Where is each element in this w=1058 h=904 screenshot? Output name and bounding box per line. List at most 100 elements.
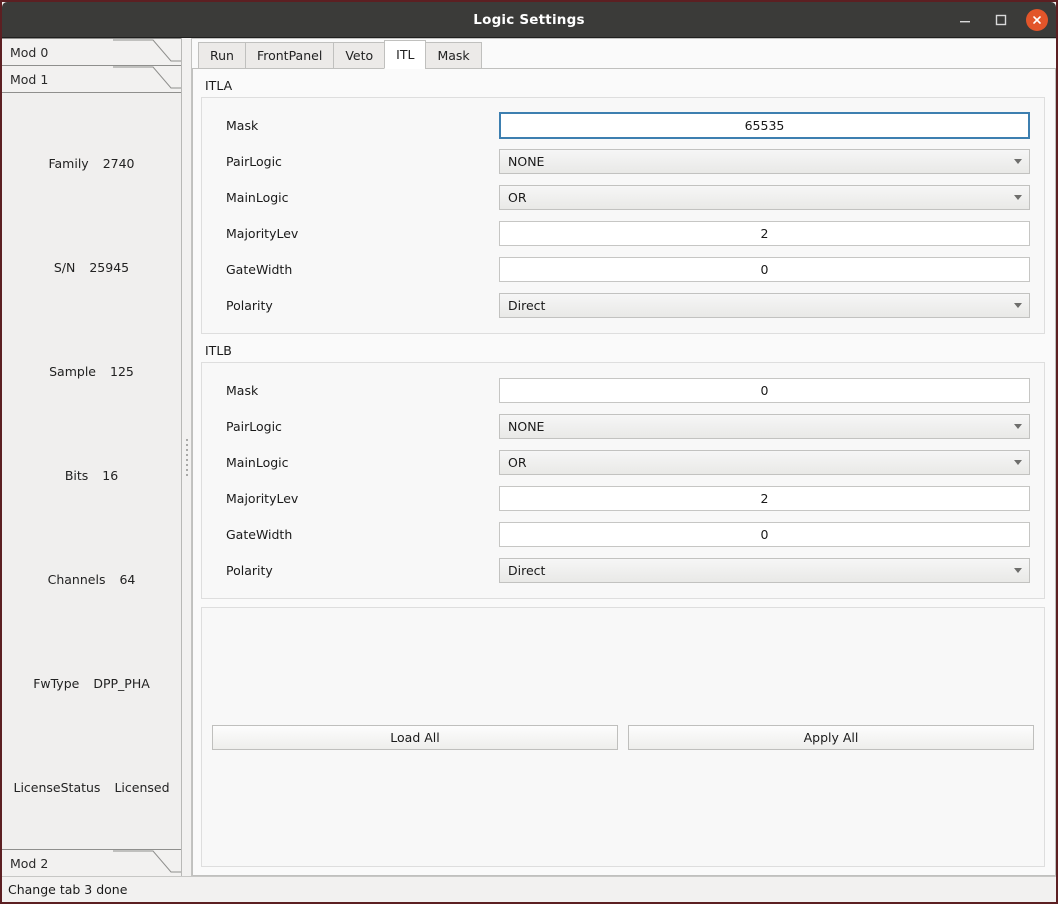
actions-button-row: Load All Apply All: [212, 724, 1034, 750]
module-property-row: Sample 125: [8, 364, 175, 379]
sidebar-tab-mod-1[interactable]: Mod 1: [2, 65, 181, 92]
property-key: S/N: [53, 259, 76, 275]
property-key: Bits: [64, 467, 89, 483]
itlb-mask-label: Mask: [226, 382, 259, 398]
sidebar-tab-label: Mod 0: [10, 44, 49, 60]
itl-tab-page: ITLA Mask PairLogic NON: [192, 69, 1056, 876]
module-property-row: S/N 25945: [8, 260, 175, 275]
tab-frontpanel[interactable]: FrontPanel: [244, 42, 335, 69]
itlb-mask-control: [499, 377, 1030, 403]
itla-majoritylev-label: MajorityLev: [226, 225, 299, 241]
itla-majoritylev-control: [499, 220, 1030, 246]
itla-mainlogic-row: MainLogic OR: [216, 179, 1030, 215]
itlb-mask-input[interactable]: [499, 377, 1030, 403]
window-title: Logic Settings: [473, 11, 585, 28]
itla-polarity-row: Polarity Direct: [216, 287, 1030, 323]
itlb-gatewidth-input[interactable]: [499, 521, 1030, 547]
tab-veto[interactable]: Veto: [333, 42, 386, 69]
sidebar-tab-mod-0[interactable]: Mod 0: [2, 38, 181, 65]
itla-polarity-label: Polarity: [226, 297, 273, 313]
itla-pairlogic-combobox[interactable]: NONE: [499, 148, 1030, 174]
module-sidebar: Mod 0 Mod 1 Family 2740 S/N 25945 Sample…: [2, 38, 182, 876]
chevron-down-icon[interactable]: [1008, 152, 1027, 171]
minimize-icon[interactable]: [954, 9, 976, 31]
main-panel: Run FrontPanel Veto ITL Mask ITLA Mask 6…: [191, 38, 1056, 876]
tab-mask[interactable]: Mask: [425, 42, 482, 69]
property-value: 2740: [102, 155, 135, 171]
tab-run[interactable]: Run: [198, 42, 246, 69]
property-value: 64: [119, 571, 136, 587]
chevron-down-icon[interactable]: [1008, 561, 1027, 580]
itla-group-frame: Mask PairLogic NONE: [201, 97, 1045, 334]
itla-pairlogic-control: NONE: [499, 148, 1030, 174]
tab-slant-icon: [113, 39, 181, 62]
sidebar-splitter[interactable]: [182, 38, 191, 876]
itla-majoritylev-row: MajorityLev: [216, 215, 1030, 251]
window-controls: [954, 2, 1048, 38]
chevron-down-icon[interactable]: [1008, 188, 1027, 207]
logic-settings-window: Logic Settings Mod 0 Mod 1 Family 2740 S…: [0, 0, 1058, 904]
module-property-row: Family 2740: [8, 156, 175, 171]
module-property-row: FwType DPP_PHA: [8, 676, 175, 691]
itlb-pairlogic-control: NONE: [499, 413, 1030, 439]
itlb-majoritylev-label: MajorityLev: [226, 490, 299, 506]
property-key: Channels: [47, 571, 106, 587]
load-all-button[interactable]: Load All: [212, 724, 618, 750]
itlb-gatewidth-label: GateWidth: [226, 526, 293, 542]
module-info-panel: Family 2740 S/N 25945 Sample 125 Bits 16…: [2, 92, 181, 849]
itla-mainlogic-combobox[interactable]: OR: [499, 184, 1030, 210]
itla-mask-label: Mask: [226, 117, 259, 133]
tab-slant-icon: [113, 850, 181, 873]
sidebar-tab-label: Mod 1: [10, 71, 49, 87]
combobox-value: OR: [508, 189, 527, 205]
module-property-row: Channels 64: [8, 572, 175, 587]
itlb-polarity-control: Direct: [499, 557, 1030, 583]
property-key: LicenseStatus: [13, 779, 101, 795]
combobox-value: Direct: [508, 297, 546, 313]
itla-majoritylev-input[interactable]: [499, 220, 1030, 246]
tab-itl[interactable]: ITL: [384, 40, 427, 69]
module-property-row: LicenseStatus Licensed: [8, 780, 175, 795]
tab-label: Mask: [437, 48, 470, 63]
itla-gatewidth-control: [499, 256, 1030, 282]
property-key: Sample: [49, 363, 96, 379]
itlb-mainlogic-row: MainLogic OR: [216, 444, 1030, 480]
close-icon[interactable]: [1026, 9, 1048, 31]
itla-group-title: ITLA: [205, 78, 233, 93]
itlb-mainlogic-control: OR: [499, 449, 1030, 475]
sidebar-tab-mod-2[interactable]: Mod 2: [2, 849, 181, 876]
status-message: Change tab 3 done: [8, 882, 128, 897]
itlb-majoritylev-input[interactable]: [499, 485, 1030, 511]
itlb-pairlogic-combobox[interactable]: NONE: [499, 413, 1030, 439]
itlb-mask-row: Mask: [216, 372, 1030, 408]
statusbar: Change tab 3 done: [2, 876, 1056, 902]
itlb-group: ITLB Mask PairLogic NON: [201, 342, 1045, 599]
itla-mainlogic-control: OR: [499, 184, 1030, 210]
itlb-polarity-combobox[interactable]: Direct: [499, 557, 1030, 583]
itla-gatewidth-row: GateWidth: [216, 251, 1030, 287]
itlb-pairlogic-label: PairLogic: [226, 418, 282, 434]
itlb-group-title: ITLB: [205, 343, 232, 358]
chevron-down-icon[interactable]: [1008, 296, 1027, 315]
property-key: FwType: [33, 675, 80, 691]
property-value: 125: [110, 363, 134, 379]
maximize-icon[interactable]: [990, 9, 1012, 31]
combobox-value: NONE: [508, 418, 545, 434]
chevron-down-icon[interactable]: [1008, 453, 1027, 472]
itlb-mainlogic-label: MainLogic: [226, 454, 289, 470]
tab-label: ITL: [396, 47, 415, 62]
titlebar[interactable]: Logic Settings: [2, 2, 1056, 38]
itlb-gatewidth-control: [499, 521, 1030, 547]
itlb-mainlogic-combobox[interactable]: OR: [499, 449, 1030, 475]
itlb-polarity-row: Polarity Direct: [216, 552, 1030, 588]
property-value: DPP_PHA: [93, 675, 150, 691]
combobox-value: NONE: [508, 153, 545, 169]
apply-all-button[interactable]: Apply All: [628, 724, 1034, 750]
itla-pairlogic-row: PairLogic NONE: [216, 143, 1030, 179]
itla-gatewidth-label: GateWidth: [226, 261, 293, 277]
itla-polarity-combobox[interactable]: Direct: [499, 292, 1030, 318]
itla-gatewidth-input[interactable]: [499, 256, 1030, 282]
chevron-down-icon[interactable]: [1008, 417, 1027, 436]
combobox-value: Direct: [508, 562, 546, 578]
itla-mask-input[interactable]: [499, 111, 1030, 139]
